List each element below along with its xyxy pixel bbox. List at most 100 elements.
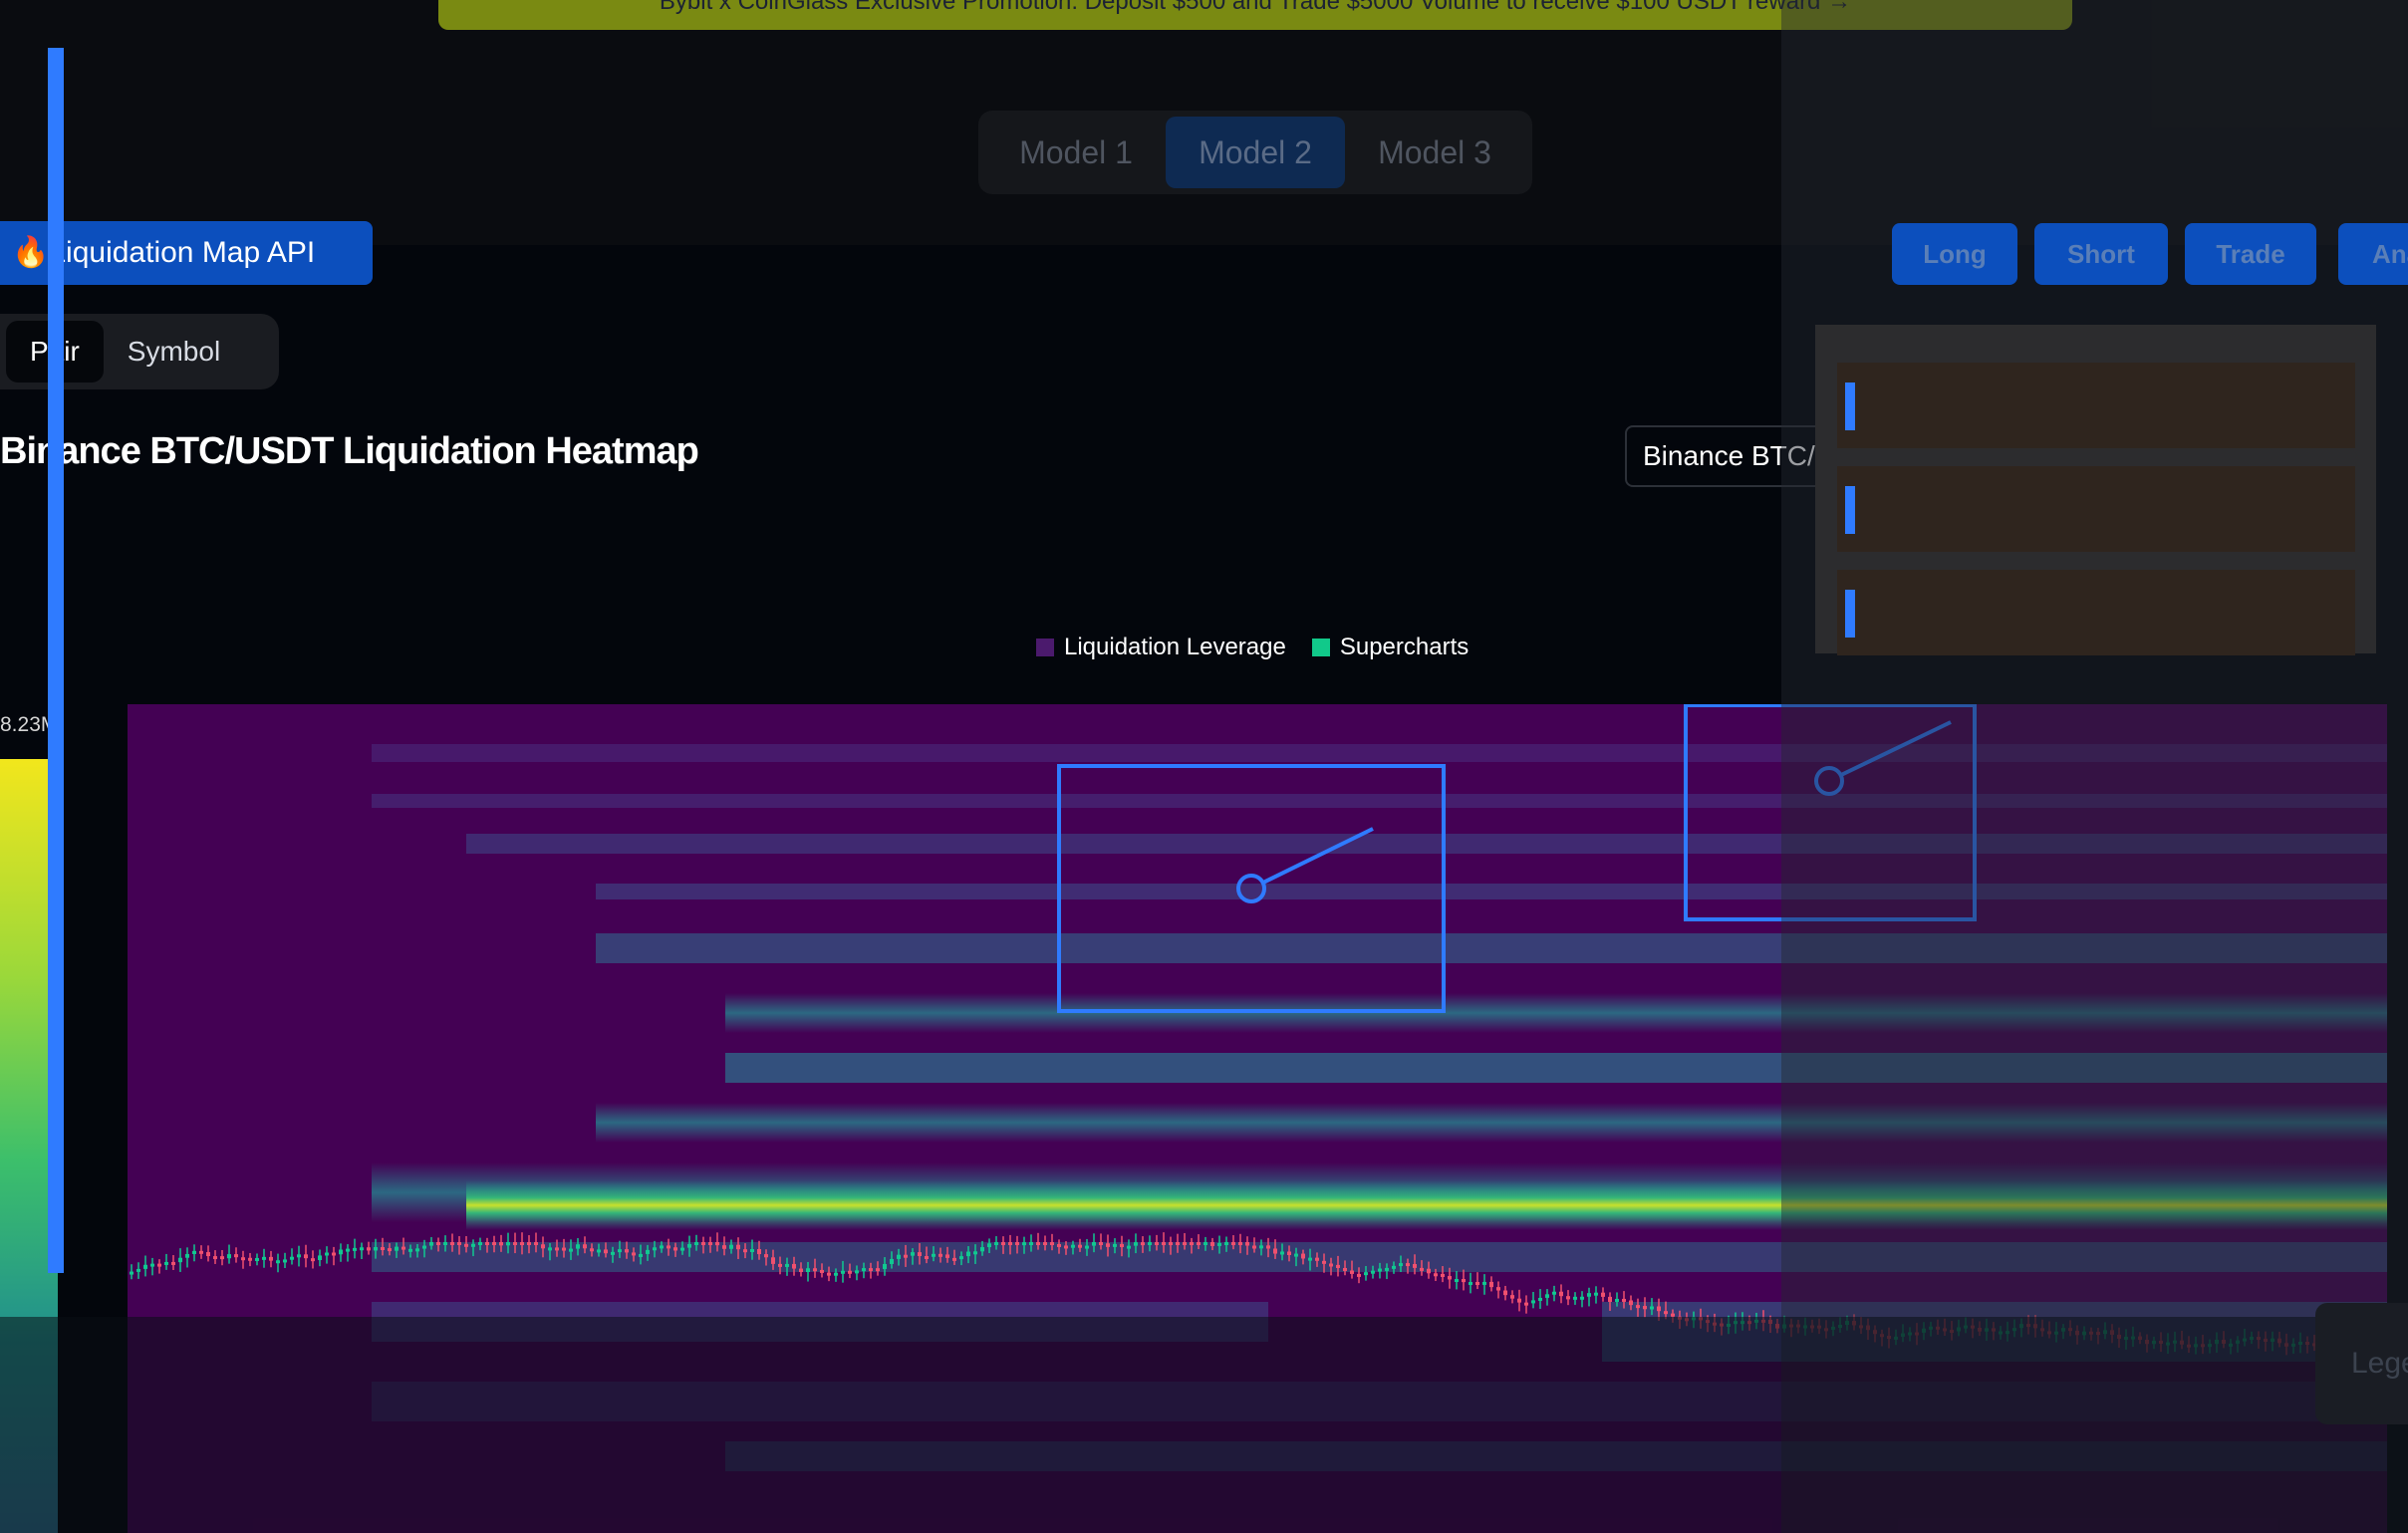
candle-body [569, 1248, 573, 1252]
candle-body [590, 1248, 594, 1252]
candle-body [701, 1242, 705, 1245]
candle-body [171, 1261, 175, 1265]
candle-body [422, 1245, 426, 1249]
candle-body [1385, 1267, 1389, 1271]
candle-body [1217, 1242, 1221, 1246]
short-button[interactable]: Short [2034, 223, 2168, 285]
candle-body [1566, 1296, 1570, 1300]
candle-body [562, 1247, 566, 1251]
candle-body [771, 1257, 775, 1264]
tab-symbol[interactable]: Symbol [104, 321, 244, 383]
candle-body [750, 1249, 754, 1253]
candle-body [199, 1250, 203, 1254]
panel-row-3[interactable] [1837, 570, 2355, 655]
model-tabs: Model 1 Model 2 Model 3 [978, 111, 1532, 194]
drag-rail-highlight[interactable] [48, 48, 64, 1273]
candle-body [1441, 1273, 1445, 1277]
candle-body [820, 1269, 824, 1273]
candle-body [130, 1271, 134, 1275]
legend-swatch-supercharts [1311, 639, 1330, 656]
candle-body [248, 1257, 252, 1261]
candle-body [778, 1263, 782, 1267]
candle-body [687, 1243, 691, 1248]
candle-body [904, 1254, 908, 1258]
candle-body [611, 1251, 615, 1255]
candle-body [1594, 1292, 1598, 1296]
tab-model-2[interactable]: Model 2 [1166, 117, 1345, 188]
candle-body [792, 1263, 796, 1269]
long-button[interactable]: Long [1892, 223, 2017, 285]
candle-body [722, 1245, 726, 1249]
legend-item-liquidation-leverage[interactable]: Liquidation Leverage [1036, 634, 1286, 661]
candle-body [1657, 1306, 1661, 1312]
candle-body [848, 1270, 852, 1274]
pair-symbol-toggle: Pair Symbol [0, 314, 279, 389]
candle-body [869, 1268, 873, 1272]
candle-body [513, 1242, 517, 1245]
candle-body [1622, 1298, 1626, 1302]
candle-body [1155, 1242, 1159, 1245]
candle-body [729, 1244, 733, 1249]
candle-body [325, 1252, 329, 1256]
candle-body [1245, 1242, 1249, 1246]
bottom-shade [0, 1317, 2408, 1533]
candle-body [708, 1242, 712, 1245]
candle-body [1085, 1245, 1089, 1249]
candle-body [966, 1251, 970, 1257]
candle-body [339, 1249, 343, 1255]
candle-body [520, 1242, 524, 1245]
candle-body [555, 1247, 559, 1251]
candle-body [548, 1247, 552, 1251]
legend-button[interactable]: Legend [2315, 1303, 2408, 1424]
candle-body [290, 1256, 294, 1260]
candle-body [1434, 1273, 1438, 1277]
tab-model-3[interactable]: Model 3 [1345, 117, 1524, 188]
candle-body [1273, 1248, 1277, 1254]
candle-body [157, 1263, 161, 1267]
candle-body [1204, 1242, 1207, 1245]
candle-body [1482, 1281, 1486, 1285]
candle-body [1364, 1272, 1368, 1276]
candle-body [499, 1242, 503, 1246]
trade-button[interactable]: Trade [2185, 223, 2316, 285]
panel-row-1[interactable] [1837, 363, 2355, 448]
candle-body [1113, 1243, 1117, 1247]
candle-body [1629, 1300, 1633, 1306]
candle-body [806, 1268, 810, 1273]
candle-body [255, 1258, 259, 1262]
tab-model-1[interactable]: Model 1 [986, 117, 1166, 188]
candle-body [1120, 1243, 1124, 1247]
candle-body [1517, 1298, 1521, 1303]
candle-body [1406, 1263, 1410, 1267]
candle-body [1057, 1243, 1061, 1247]
candle-body [471, 1243, 475, 1247]
candle-body [206, 1252, 210, 1257]
candle-body [276, 1260, 280, 1264]
legend-item-supercharts[interactable]: Supercharts [1311, 634, 1469, 661]
candle-body [1615, 1298, 1619, 1302]
candle-body [1399, 1263, 1403, 1267]
candle-body [1580, 1296, 1584, 1300]
candle-body [1392, 1265, 1396, 1269]
candle-body [450, 1242, 454, 1245]
candle-body [443, 1242, 447, 1245]
candle-body [346, 1248, 350, 1252]
candle-body [764, 1254, 768, 1258]
candle-body [757, 1249, 761, 1255]
candle-body [1287, 1251, 1291, 1255]
candle-body [1259, 1245, 1263, 1249]
candle-body [1336, 1264, 1340, 1268]
candle-body [1043, 1242, 1047, 1245]
analysis-button[interactable]: Analysis [2338, 223, 2408, 285]
row-marker-3 [1845, 590, 1855, 638]
candle-body [388, 1248, 392, 1252]
candle-body [583, 1244, 587, 1249]
fire-icon: 🔥 [12, 236, 50, 269]
candle-body [694, 1242, 698, 1245]
panel-row-2[interactable] [1837, 466, 2355, 552]
candle-body [841, 1270, 845, 1274]
candle-body [1127, 1245, 1131, 1249]
candle-body [925, 1255, 929, 1259]
candle-body [911, 1252, 915, 1256]
candle-body [318, 1255, 322, 1261]
